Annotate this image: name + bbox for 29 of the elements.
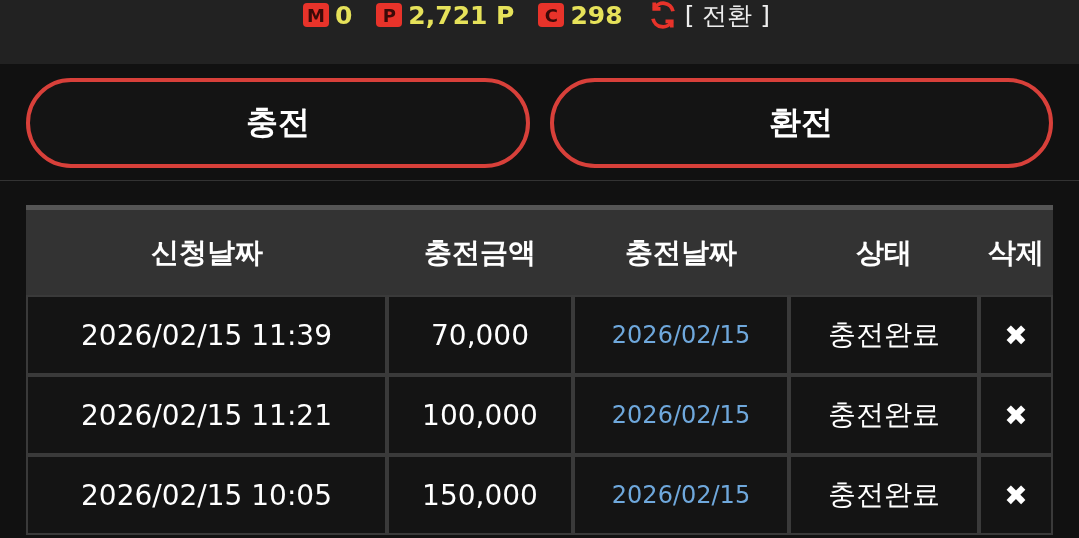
table-cell: 2026/02/15	[573, 455, 789, 535]
action-button[interactable]: 환전	[549, 78, 1053, 168]
column-header: 삭제	[979, 210, 1053, 295]
table-cell: 2026/02/15	[573, 375, 789, 455]
action-button[interactable]: 충전	[26, 78, 530, 168]
column-header: 충전날짜	[573, 210, 789, 295]
table-cell: 충전완료	[789, 375, 979, 455]
balance-amount: 298	[570, 0, 623, 30]
table-cell: 충전완료	[789, 295, 979, 375]
delete-button[interactable]: ✖	[979, 295, 1053, 375]
table-cell: 100,000	[387, 375, 573, 455]
table-cell: 150,000	[387, 455, 573, 535]
balance-badge: C	[538, 3, 565, 27]
table-cell: 충전완료	[789, 455, 979, 535]
delete-button[interactable]: ✖	[979, 455, 1053, 535]
delete-button[interactable]: ✖	[979, 375, 1053, 455]
table-cell: 2026/02/15	[573, 295, 789, 375]
convert-link[interactable]: [ 전환 ]	[684, 0, 771, 32]
table-cell: 2026/02/15 11:39	[26, 295, 387, 375]
column-header: 충전금액	[387, 210, 573, 295]
balance-badge: P	[376, 3, 403, 27]
column-header: 상태	[789, 210, 979, 295]
balance-amount: 0	[334, 0, 353, 30]
balance-badge: M	[302, 3, 329, 27]
table-cell: 70,000	[387, 295, 573, 375]
column-header: 신청날짜	[26, 210, 387, 295]
table-cell: 2026/02/15 10:05	[26, 455, 387, 535]
balance-amount: 2,721 P	[408, 0, 515, 30]
table-cell: 2026/02/15 11:21	[26, 375, 387, 455]
